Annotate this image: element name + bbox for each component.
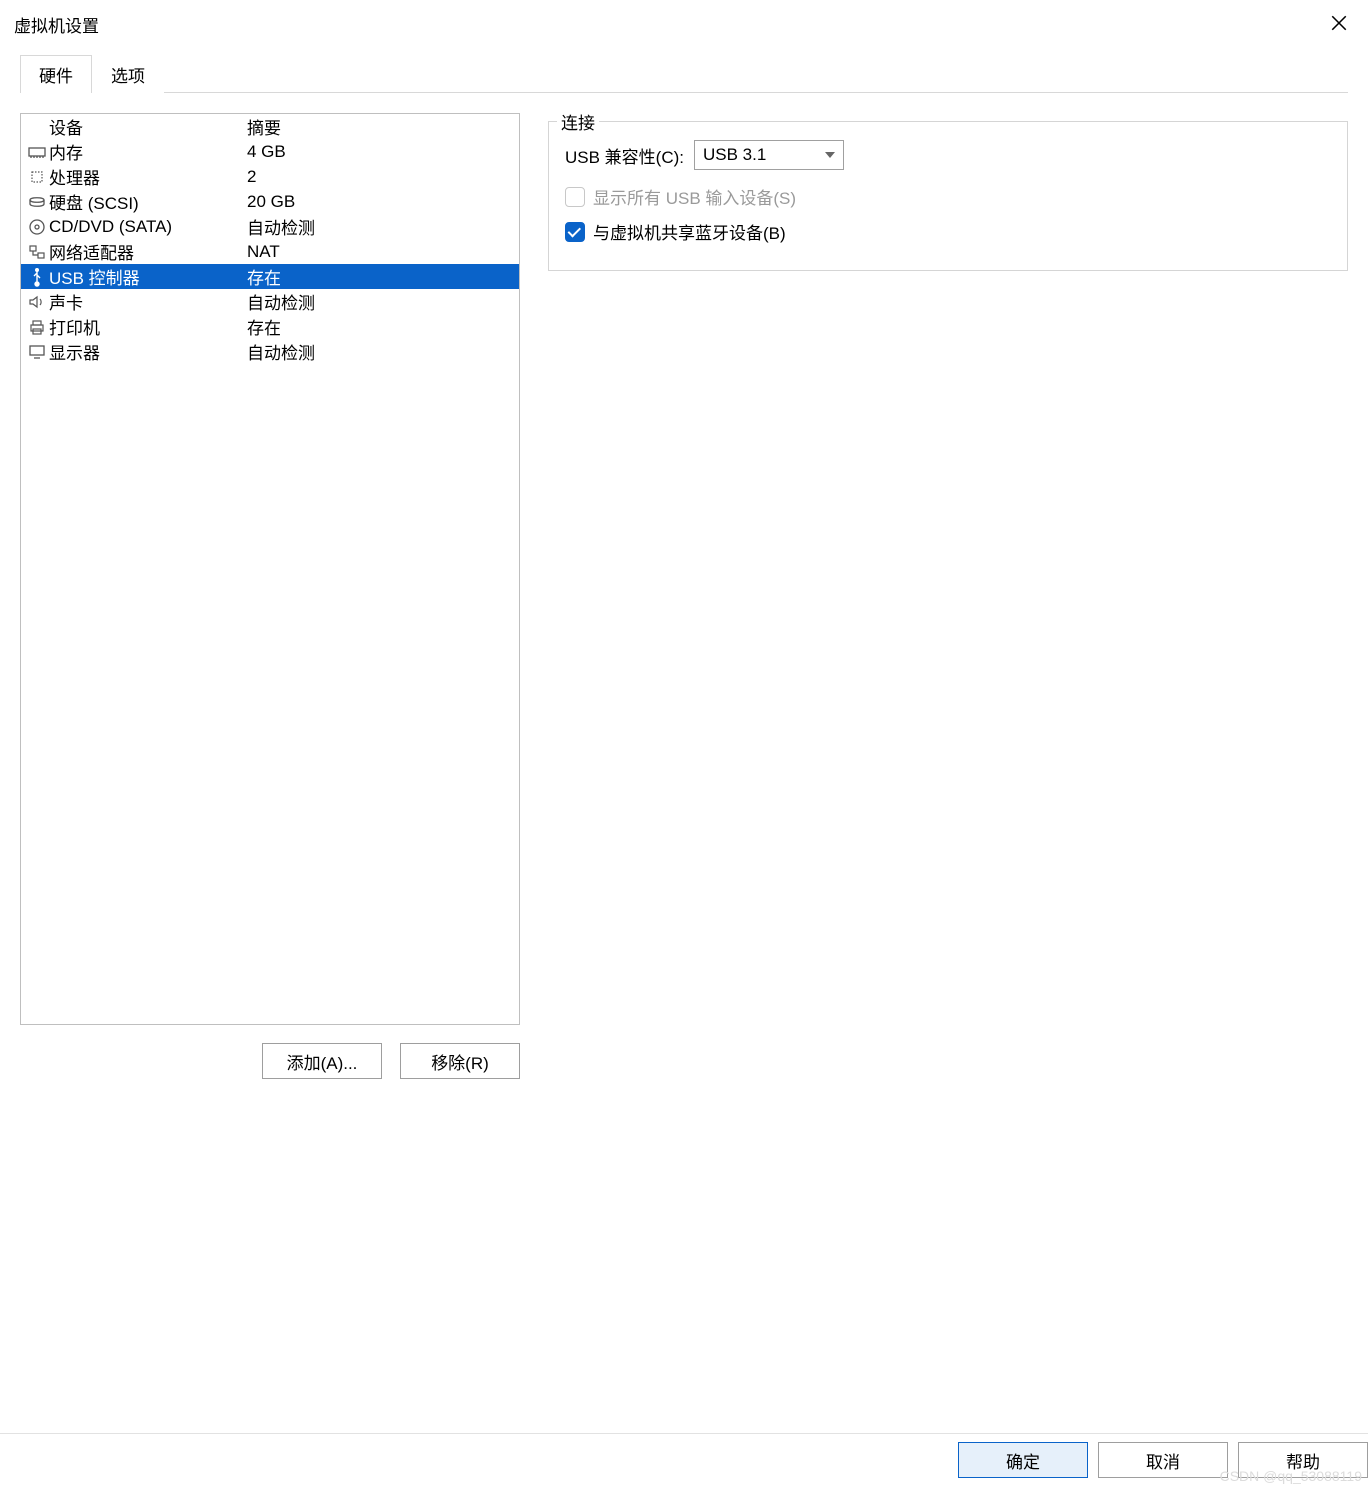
cancel-button[interactable]: 取消 [1098, 1442, 1228, 1478]
memory-icon [25, 142, 49, 162]
hw-summary-label: 自动检测 [247, 214, 515, 239]
usb-compat-value: USB 3.1 [703, 145, 766, 165]
hw-row-memory[interactable]: 内存 4 GB [21, 139, 519, 164]
hw-summary-label: 自动检测 [247, 289, 515, 314]
hw-device-label: CD/DVD (SATA) [49, 217, 247, 237]
show-all-usb-checkbox [565, 187, 585, 207]
hw-device-label: 处理器 [49, 164, 247, 189]
usb-compat-select[interactable]: USB 3.1 [694, 140, 844, 170]
hw-summary-label: NAT [247, 242, 515, 262]
hw-row-network[interactable]: 网络适配器 NAT [21, 239, 519, 264]
disk-icon [25, 192, 49, 212]
hw-summary-label: 2 [247, 167, 515, 187]
hw-device-label: 内存 [49, 139, 247, 164]
header-device: 设备 [49, 114, 247, 139]
printer-icon [25, 317, 49, 337]
hw-summary-label: 4 GB [247, 142, 515, 162]
hw-device-label: 网络适配器 [49, 239, 247, 264]
close-icon[interactable] [1324, 12, 1354, 38]
hw-row-sound[interactable]: 声卡 自动检测 [21, 289, 519, 314]
cd-icon [25, 217, 49, 237]
hw-device-label: 硬盘 (SCSI) [49, 189, 247, 214]
header-summary: 摘要 [247, 114, 515, 139]
cpu-icon [25, 167, 49, 187]
hw-row-cd[interactable]: CD/DVD (SATA) 自动检测 [21, 214, 519, 239]
connection-group: 连接 USB 兼容性(C): USB 3.1 显示所有 USB 输入设备(S) … [548, 121, 1348, 271]
hw-device-label: 打印机 [49, 314, 247, 339]
tab-hardware[interactable]: 硬件 [20, 55, 92, 93]
show-all-usb-label: 显示所有 USB 输入设备(S) [593, 184, 796, 209]
usb-compat-label: USB 兼容性(C): [565, 143, 684, 168]
sound-icon [25, 292, 49, 312]
group-title: 连接 [557, 109, 599, 134]
hw-row-disk[interactable]: 硬盘 (SCSI) 20 GB [21, 189, 519, 214]
hw-row-usb[interactable]: USB 控制器 存在 [21, 264, 519, 289]
display-icon [25, 342, 49, 362]
hw-row-cpu[interactable]: 处理器 2 [21, 164, 519, 189]
hw-summary-label: 存在 [247, 314, 515, 339]
help-button[interactable]: 帮助 [1238, 1442, 1368, 1478]
hw-summary-label: 自动检测 [247, 339, 515, 364]
add-button[interactable]: 添加(A)... [262, 1043, 382, 1079]
window-title: 虚拟机设置 [14, 12, 99, 37]
tab-options[interactable]: 选项 [92, 55, 164, 93]
hw-row-printer[interactable]: 打印机 存在 [21, 314, 519, 339]
hw-row-display[interactable]: 显示器 自动检测 [21, 339, 519, 364]
hardware-list[interactable]: 设备 摘要 内存 4 GB 处理器 2 硬盘 (SCSI) 20 GB CD/D… [20, 113, 520, 1025]
hw-device-label: USB 控制器 [49, 264, 247, 289]
hw-device-label: 声卡 [49, 289, 247, 314]
hw-summary-label: 存在 [247, 264, 515, 289]
ok-button[interactable]: 确定 [958, 1442, 1088, 1478]
hw-device-label: 显示器 [49, 339, 247, 364]
usb-icon [25, 267, 49, 287]
share-bluetooth-checkbox[interactable] [565, 222, 585, 242]
hardware-list-header: 设备 摘要 [21, 114, 519, 139]
share-bluetooth-label: 与虚拟机共享蓝牙设备(B) [593, 219, 786, 244]
remove-button[interactable]: 移除(R) [400, 1043, 520, 1079]
hw-summary-label: 20 GB [247, 192, 515, 212]
network-icon [25, 242, 49, 262]
